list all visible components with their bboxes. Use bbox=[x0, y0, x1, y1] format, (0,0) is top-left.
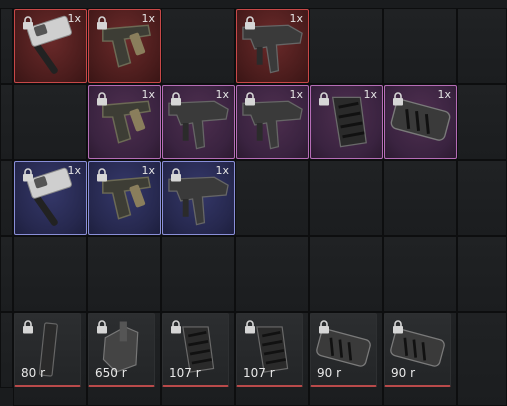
shop-slot[interactable]: 650 r bbox=[88, 313, 155, 387]
inventory-item[interactable]: 1x bbox=[236, 85, 309, 159]
grid-cell[interactable] bbox=[309, 8, 383, 84]
inventory-item[interactable]: 1x bbox=[14, 161, 87, 235]
shop-slot[interactable]: 107 r bbox=[236, 313, 303, 387]
item-quantity: 1x bbox=[289, 88, 303, 101]
lock-icon bbox=[244, 319, 256, 334]
lock-icon bbox=[318, 319, 330, 334]
grid-cell[interactable] bbox=[457, 312, 507, 406]
lock-icon bbox=[22, 319, 34, 334]
grid-cell[interactable] bbox=[457, 236, 507, 312]
lock-icon bbox=[392, 91, 404, 106]
inventory-item[interactable]: 1x bbox=[162, 85, 235, 159]
item-price: 107 r bbox=[169, 366, 201, 380]
grid-cell[interactable] bbox=[457, 160, 507, 236]
grid-cell[interactable] bbox=[309, 236, 383, 312]
item-quantity: 1x bbox=[289, 12, 303, 25]
lock-icon bbox=[244, 91, 256, 106]
grid-cell[interactable] bbox=[0, 312, 13, 388]
item-quantity: 1x bbox=[363, 88, 377, 101]
grid-cell[interactable] bbox=[235, 160, 309, 236]
grid-cell[interactable] bbox=[457, 8, 507, 84]
grid-cell[interactable] bbox=[235, 236, 309, 312]
grid-cell[interactable] bbox=[0, 8, 13, 84]
inventory-item[interactable]: 1x bbox=[88, 161, 161, 235]
item-price: 650 r bbox=[95, 366, 127, 380]
lock-icon bbox=[318, 91, 330, 106]
grid-cell[interactable] bbox=[161, 236, 235, 312]
grid-cell[interactable] bbox=[383, 236, 457, 312]
lock-icon bbox=[22, 167, 34, 182]
item-price: 107 r bbox=[243, 366, 275, 380]
grid-cell[interactable] bbox=[383, 8, 457, 84]
item-quantity: 1x bbox=[67, 164, 81, 177]
lock-icon bbox=[170, 319, 182, 334]
grid-cell[interactable] bbox=[0, 236, 13, 312]
item-quantity: 1x bbox=[141, 12, 155, 25]
lock-icon bbox=[96, 15, 108, 30]
grid-cell[interactable] bbox=[87, 236, 161, 312]
inventory-item[interactable]: 1x bbox=[162, 161, 235, 235]
lock-icon bbox=[96, 319, 108, 334]
lock-icon bbox=[170, 167, 182, 182]
lock-icon bbox=[96, 167, 108, 182]
lock-icon bbox=[22, 15, 34, 30]
item-quantity: 1x bbox=[437, 88, 451, 101]
item-quantity: 1x bbox=[67, 12, 81, 25]
grid-cell[interactable] bbox=[383, 160, 457, 236]
inventory-item[interactable]: 1x bbox=[88, 85, 161, 159]
item-price: 90 r bbox=[391, 366, 416, 380]
grid-cell[interactable] bbox=[13, 236, 87, 312]
grid-cell[interactable] bbox=[161, 8, 235, 84]
shop-slot[interactable]: 80 r bbox=[14, 313, 81, 387]
inventory-item[interactable]: 1x bbox=[88, 9, 161, 83]
item-price: 80 r bbox=[21, 366, 46, 380]
inventory-item[interactable]: 1x bbox=[310, 85, 383, 159]
shop-slot[interactable]: 90 r bbox=[310, 313, 377, 387]
inventory-item[interactable]: 1x bbox=[236, 9, 309, 83]
item-price: 90 r bbox=[317, 366, 342, 380]
lock-icon bbox=[244, 15, 256, 30]
lock-icon bbox=[96, 91, 108, 106]
item-quantity: 1x bbox=[141, 164, 155, 177]
grid-cell[interactable] bbox=[0, 160, 13, 236]
item-quantity: 1x bbox=[215, 164, 229, 177]
grid-cell[interactable] bbox=[309, 160, 383, 236]
grid-cell[interactable] bbox=[0, 84, 13, 160]
item-quantity: 1x bbox=[141, 88, 155, 101]
inventory-item[interactable]: 1x bbox=[14, 9, 87, 83]
grid-cell[interactable] bbox=[13, 84, 87, 160]
lock-icon bbox=[392, 319, 404, 334]
shop-slot[interactable]: 90 r bbox=[384, 313, 451, 387]
item-quantity: 1x bbox=[215, 88, 229, 101]
lock-icon bbox=[170, 91, 182, 106]
inventory-item[interactable]: 1x bbox=[384, 85, 457, 159]
inventory-grid: 1x 1x 1x 1x 1x 1x 1x 1x 1x 1x 1x 80 r 650 r 107 r 107 … bbox=[0, 0, 507, 406]
grid-cell[interactable] bbox=[457, 84, 507, 160]
shop-slot[interactable]: 107 r bbox=[162, 313, 229, 387]
